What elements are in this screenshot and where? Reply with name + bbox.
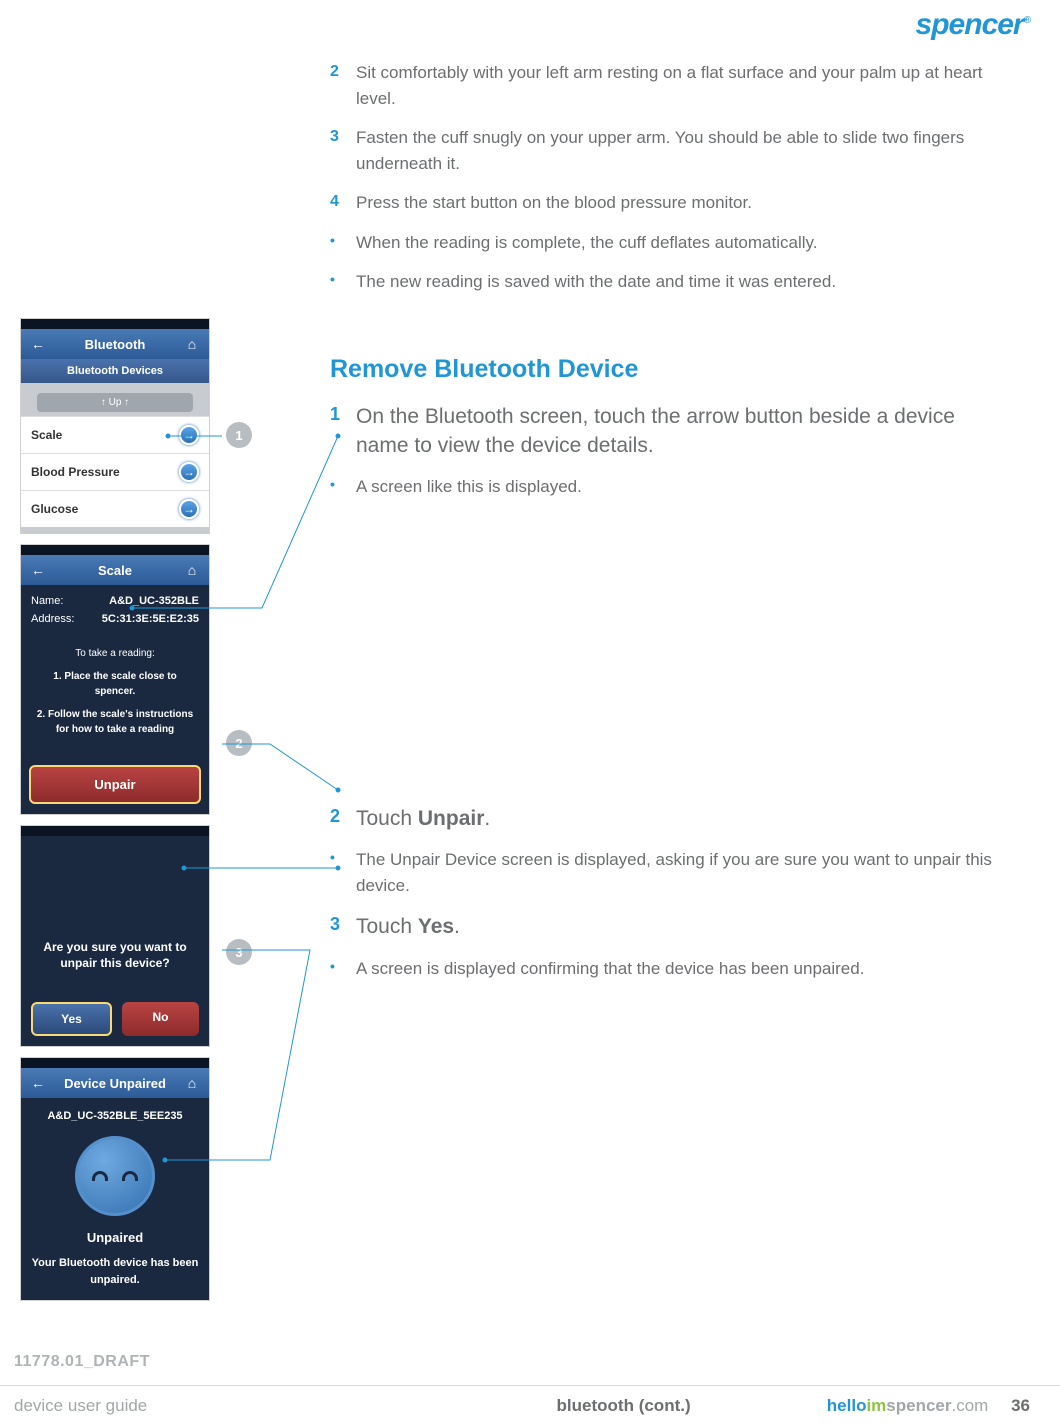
name-value: A&D_UC-352BLE [109,593,199,611]
step-number: 1 [330,402,356,461]
navbar: ← Bluetooth ⌂ [21,329,209,359]
bullet-text: A screen like this is displayed. [356,474,582,500]
footer-right: helloimspencer.com 36 [827,1396,1030,1416]
up-button[interactable]: ↑ Up ↑ [37,393,193,412]
back-icon[interactable]: ← [29,1074,47,1092]
step-number: 3 [330,912,356,941]
brand-logo: spencer® [916,8,1030,42]
home-icon[interactable]: ⌂ [183,335,201,353]
status-message: Your Bluetooth device has been unpaired. [31,1255,199,1288]
list-header: Bluetooth Devices [21,359,209,383]
back-icon[interactable]: ← [29,561,47,579]
navbar: ← Scale ⌂ [21,555,209,585]
face-icon [75,1136,155,1216]
page-number: 36 [1011,1396,1030,1415]
device-info: Name: A&D_UC-352BLE Address: 5C:31:3E:5E:E… [21,585,209,636]
arrow-icon[interactable]: → [179,499,199,519]
callout-2: 2 [226,730,252,756]
bullet-icon: • [330,230,356,256]
arrow-icon[interactable]: → [179,462,199,482]
device-row-bp[interactable]: Blood Pressure→ [21,453,209,490]
confirm-question: Are you sure you want to unpair this dev… [31,939,199,973]
device-row-scale[interactable]: Scale→ [21,416,209,453]
name-label: Name: [31,593,63,611]
step-text: Touch Yes. [356,912,460,941]
instructions: To take a reading: 1. Place the scale cl… [21,636,209,755]
nav-title: Bluetooth [47,337,183,352]
bullet-text: The new reading is saved with the date a… [356,269,836,295]
addr-label: Address: [31,611,74,629]
draft-label: 11778.01_DRAFT [14,1353,150,1371]
device-row-glucose[interactable]: Glucose→ [21,490,209,527]
step-4: 4Press the start button on the blood pre… [330,190,1000,216]
callout-3: 3 [226,939,252,965]
footer-center: bluetooth (cont.) [420,1396,826,1416]
top-steps: 2Sit comfortably with your left arm rest… [330,60,1030,295]
footer: device user guide bluetooth (cont.) hell… [0,1385,1060,1425]
step-number: 3 [330,125,356,176]
bullet-text: The Unpair Device screen is displayed, a… [356,847,1000,898]
step-3: 3Fasten the cuff snugly on your upper ar… [330,125,1000,176]
status-text: Unpaired [31,1230,199,1245]
step-text: Fasten the cuff snugly on your upper arm… [356,125,1000,176]
bullet: •The new reading is saved with the date … [330,269,1000,295]
navbar: ← Device Unpaired ⌂ [21,1068,209,1098]
step-text: Press the start button on the blood pres… [356,190,752,216]
device-name: A&D_UC-352BLE_5EE235 [31,1110,199,1122]
no-button[interactable]: No [122,1002,199,1036]
bullet-text: When the reading is complete, the cuff d… [356,230,817,256]
arrow-icon[interactable]: → [179,425,199,445]
home-icon[interactable]: ⌂ [183,1074,201,1092]
bullet-icon: • [330,847,356,898]
sec-step-3: 3Touch Yes. [330,912,1000,941]
bullet-icon: • [330,474,356,500]
nav-title: Scale [47,563,183,578]
step-text: Touch Unpair. [356,804,490,833]
step-text: Sit comfortably with your left arm resti… [356,60,1000,111]
bullet: •A screen is displayed confirming that t… [330,956,1000,982]
yes-button[interactable]: Yes [31,1002,112,1036]
bullet-text: A screen is displayed confirming that th… [356,956,864,982]
step-2: 2Sit comfortably with your left arm rest… [330,60,1000,111]
sec-step-1: 1On the Bluetooth screen, touch the arro… [330,402,1000,461]
step-number: 2 [330,804,356,833]
remove-bluetooth-section: Remove Bluetooth Device 1On the Bluetoot… [330,355,1030,982]
sec-step-2: 2Touch Unpair. [330,804,1000,833]
main-content: 2Sit comfortably with your left arm rest… [330,60,1030,995]
footer-left: device user guide [14,1396,420,1416]
bullet: •A screen like this is displayed. [330,474,1000,500]
bluetooth-list-screenshot: ← Bluetooth ⌂ Bluetooth Devices ↑ Up ↑ S… [20,318,210,534]
home-icon[interactable]: ⌂ [183,561,201,579]
section-title: Remove Bluetooth Device [330,355,1000,384]
callout-1: 1 [226,422,252,448]
confirm-unpair-screenshot: Are you sure you want to unpair this dev… [20,825,210,1047]
unpair-button[interactable]: Unpair [29,765,201,804]
bullet: •When the reading is complete, the cuff … [330,230,1000,256]
step-number: 2 [330,60,356,111]
step-text: On the Bluetooth screen, touch the arrow… [356,402,1000,461]
step-number: 4 [330,190,356,216]
bullet-icon: • [330,956,356,982]
addr-value: 5C:31:3E:5E:E2:35 [102,611,199,629]
screenshots-column: ← Bluetooth ⌂ Bluetooth Devices ↑ Up ↑ S… [20,318,216,1311]
back-icon[interactable]: ← [29,335,47,353]
bullet-icon: • [330,269,356,295]
device-details-screenshot: ← Scale ⌂ Name: A&D_UC-352BLE Address: 5C:… [20,544,210,815]
unpaired-screenshot: ← Device Unpaired ⌂ A&D_UC-352BLE_5EE235… [20,1057,210,1301]
nav-title: Device Unpaired [47,1076,183,1091]
bullet: •The Unpair Device screen is displayed, … [330,847,1000,898]
